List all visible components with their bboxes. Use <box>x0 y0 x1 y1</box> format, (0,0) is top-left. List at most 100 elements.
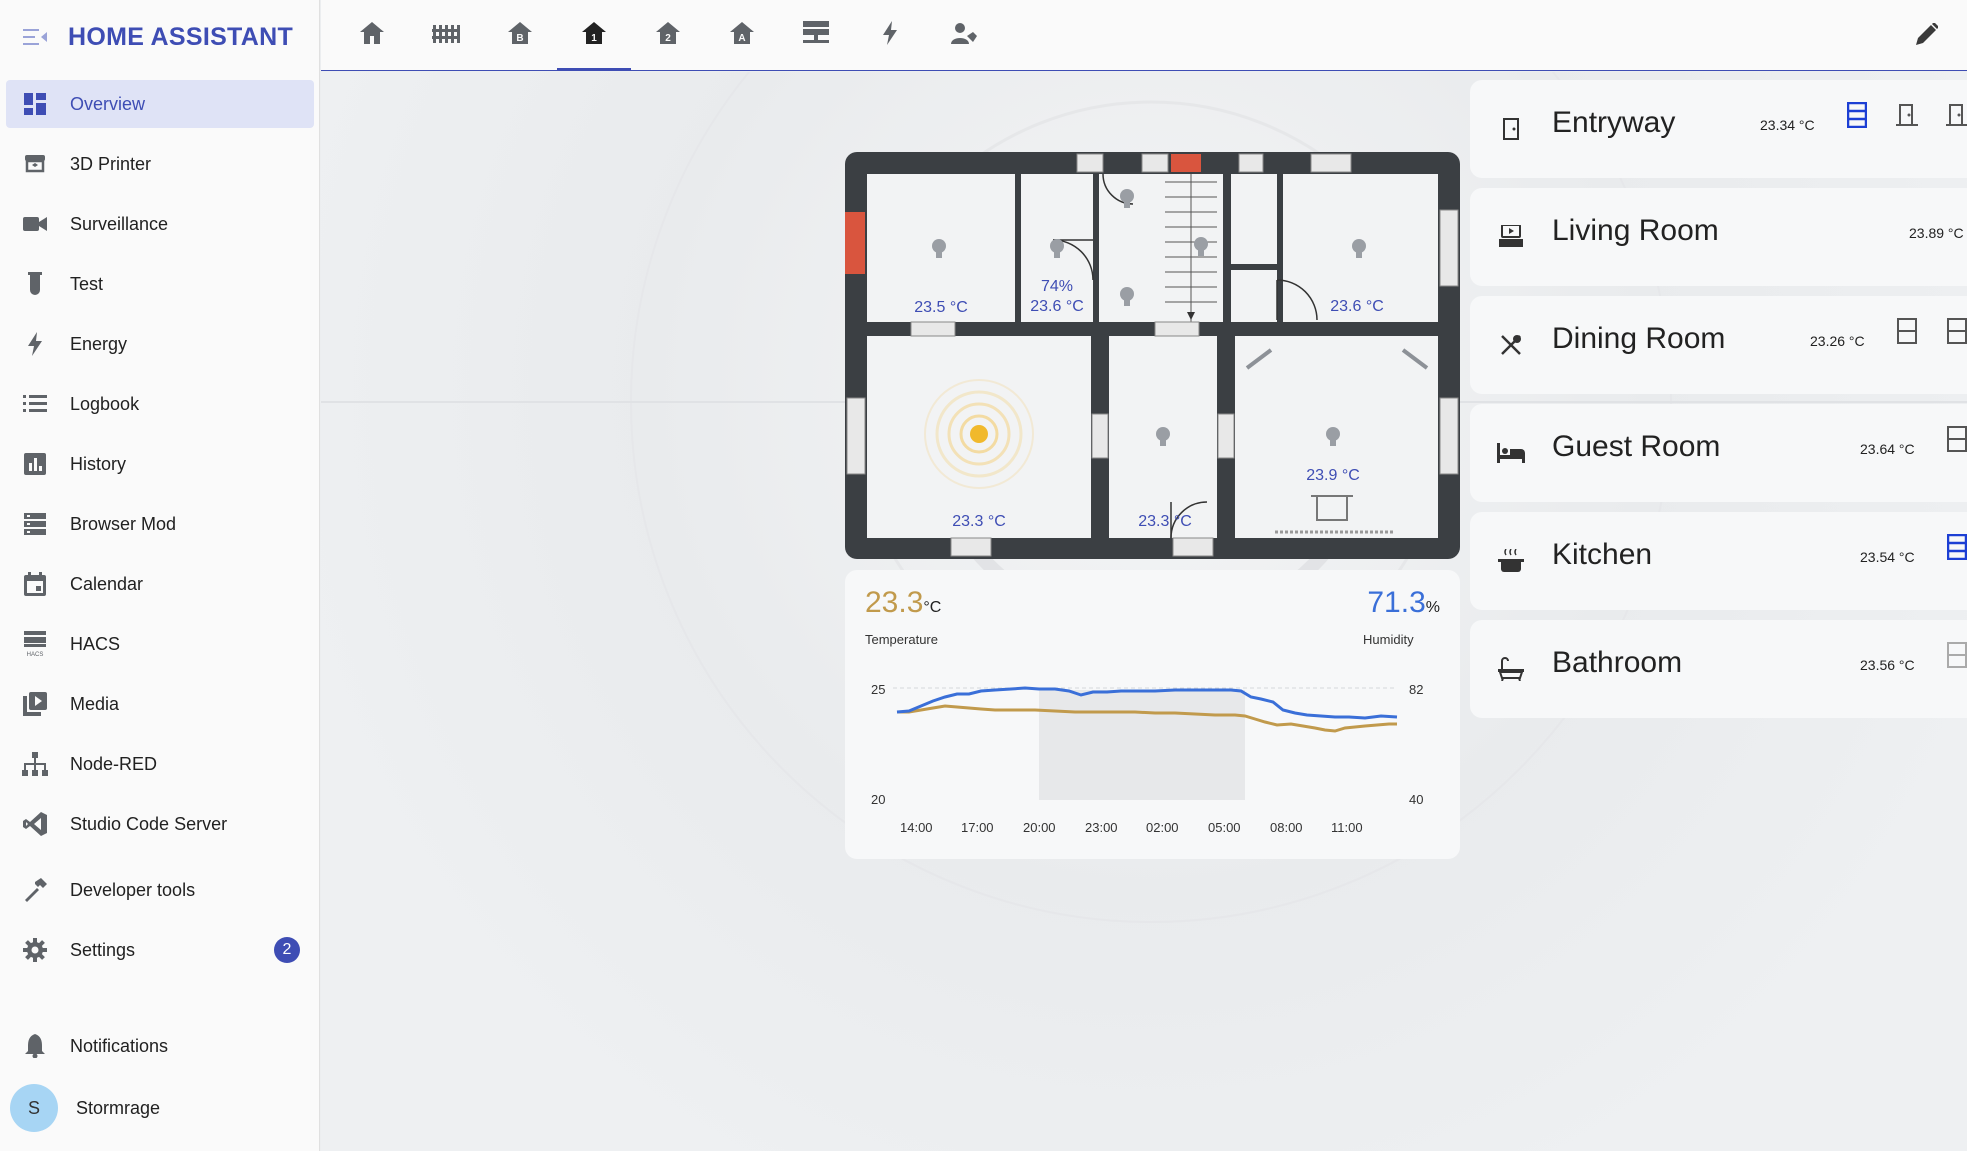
vscode-icon <box>20 809 50 839</box>
sidebar-header: HOME ASSISTANT <box>0 0 319 74</box>
chart-box-icon <box>20 449 50 479</box>
sidebar-item-label: Browser Mod <box>70 513 177 534</box>
floorplan-temp-label: 23.3 °C <box>952 513 1006 530</box>
room-card-entryway[interactable]: Entryway 23.34 °C <box>1470 80 1967 178</box>
sidebar-item-label: Overview <box>70 93 146 114</box>
sidebar-item-overview[interactable]: Overview <box>6 80 314 128</box>
window-open-icon[interactable] <box>1842 100 1872 130</box>
home-icon <box>360 22 384 49</box>
sidebar-item-energy[interactable]: Energy <box>6 320 314 368</box>
window-closed-icon[interactable] <box>1892 316 1922 346</box>
sidebar-item-test[interactable]: Test <box>6 260 314 308</box>
room-card-guest-room[interactable]: Guest Room 23.64 °C <box>1470 404 1967 502</box>
svg-text:A: A <box>738 33 745 44</box>
sidebar-item-label: Notifications <box>70 1035 169 1056</box>
tab-floor-a[interactable]: A <box>705 0 779 71</box>
sidebar-item-studio-code-server[interactable]: Studio Code Server <box>6 800 314 848</box>
room-card-kitchen[interactable]: Kitchen 23.54 °C <box>1470 512 1967 610</box>
sidebar-item-label: History <box>70 453 127 474</box>
axis-label-right-top: 82 <box>1409 682 1423 697</box>
window-closed-icon[interactable] <box>1942 424 1967 454</box>
sensor-graph: 25 20 82 40 14:00 17:00 20:00 23:00 02:0… <box>871 682 1423 835</box>
silverware-icon <box>1496 330 1526 360</box>
tab-floor-2[interactable]: 2 <box>631 0 705 71</box>
printer-3d-icon <box>20 149 50 179</box>
sidebar-item-developer-tools[interactable]: Developer tools <box>6 866 314 914</box>
sidebar-item-hacs[interactable]: HACS HACS <box>6 620 314 668</box>
room-name: Dining Room <box>1552 322 1726 355</box>
play-box-icon <box>20 689 50 719</box>
room-card-living-room[interactable]: Living Room 23.89 °C <box>1470 188 1967 286</box>
floorplan-temp-label: 23.9 °C <box>1306 467 1360 484</box>
hacs-icon: HACS <box>20 629 50 659</box>
edit-dashboard-button[interactable] <box>1911 20 1943 52</box>
dashboard-icon <box>20 89 50 119</box>
menu-open-icon[interactable] <box>20 22 50 52</box>
sidebar-item-logbook[interactable]: Logbook <box>6 380 314 428</box>
svg-text:HACS: HACS <box>27 652 44 657</box>
sidebar-item-surveillance[interactable]: Surveillance <box>6 200 314 248</box>
room-card-dining-room[interactable]: Dining Room 23.26 °C <box>1470 296 1967 394</box>
sidebar-item-notifications[interactable]: Notifications <box>6 1022 314 1070</box>
tab-floor-1[interactable]: 1 <box>557 0 631 71</box>
svg-text:2: 2 <box>665 33 671 44</box>
sidebar-item-user[interactable]: S Stormrage <box>6 1082 314 1134</box>
night-shading <box>1039 690 1245 800</box>
tab-admin[interactable] <box>927 0 1001 71</box>
window-open-icon[interactable] <box>1942 532 1967 562</box>
room-card-bathroom[interactable]: Bathroom 23.56 °C <box>1470 620 1967 718</box>
floorplan-temp-label: 23.6 °C <box>1030 298 1084 315</box>
svg-text:B: B <box>516 33 523 44</box>
tab-garden[interactable] <box>409 0 483 71</box>
sidebar-item-label: HACS <box>70 633 121 654</box>
tab-floor-b[interactable]: B <box>483 0 557 71</box>
sidebar-item-history[interactable]: History <box>6 440 314 488</box>
room-name: Kitchen <box>1552 538 1653 571</box>
window-closed-icon[interactable] <box>1942 640 1967 670</box>
sidebar-item-label: Studio Code Server <box>70 813 228 834</box>
door-icon[interactable] <box>1892 100 1922 130</box>
floorplan-drawing <box>845 152 1460 559</box>
floorplan-temp-label: 23.5 °C <box>914 299 968 316</box>
sidebar-item-settings[interactable]: Settings 2 <box>6 926 314 974</box>
sidebar-item-media[interactable]: Media <box>6 680 314 728</box>
sidebar-item-label: Surveillance <box>70 213 169 234</box>
calendar-icon <box>20 569 50 599</box>
floorplan-temp-label: 23.6 °C <box>1330 298 1384 315</box>
door-icon[interactable] <box>1942 100 1967 130</box>
settings-badge: 2 <box>274 937 300 963</box>
time-label: 20:00 <box>1023 820 1056 835</box>
time-label: 05:00 <box>1208 820 1241 835</box>
tab-servers[interactable] <box>779 0 853 71</box>
room-temp: 23.54 °C <box>1860 549 1915 565</box>
sidebar-item-label: 3D Printer <box>70 153 152 174</box>
gear-icon <box>20 935 50 965</box>
sidebar-item-browser-mod[interactable]: Browser Mod <box>6 500 314 548</box>
room-name: Entryway <box>1552 106 1676 139</box>
time-label: 08:00 <box>1270 820 1303 835</box>
sidebar-item-node-red[interactable]: Node-RED <box>6 740 314 788</box>
time-label: 11:00 <box>1331 820 1363 835</box>
room-name: Guest Room <box>1552 430 1721 463</box>
tab-home[interactable] <box>335 0 409 71</box>
avatar: S <box>10 1084 58 1132</box>
sidebar-item-label: Developer tools <box>70 879 196 900</box>
test-tube-icon <box>20 269 50 299</box>
floorplan[interactable]: 23.5 °C 74% 23.6 °C 23.6 °C 23.3 °C 23.3… <box>845 152 1460 559</box>
user-name: Stormrage <box>76 1097 161 1118</box>
window-closed-icon[interactable] <box>1942 316 1967 346</box>
climate-sensor-card[interactable]: 23.3°C Temperature 71.3% Humidity 25 20 … <box>845 570 1460 859</box>
tab-energy[interactable] <box>853 0 927 71</box>
lightning-bolt-icon <box>20 329 50 359</box>
sidebar-item-label: Energy <box>70 333 128 354</box>
svg-text:1: 1 <box>591 33 597 44</box>
sidebar-item-label: Calendar <box>70 573 144 594</box>
sidebar-item-3d-printer[interactable]: 3D Printer <box>6 140 314 188</box>
time-label: 17:00 <box>961 820 994 835</box>
bell-icon <box>20 1031 50 1061</box>
axis-label-right-bottom: 40 <box>1409 792 1423 807</box>
pot-steam-icon <box>1496 546 1526 576</box>
sidebar-item-calendar[interactable]: Calendar <box>6 560 314 608</box>
list-icon <box>20 389 50 419</box>
axis-label-left-bottom: 20 <box>871 792 885 807</box>
